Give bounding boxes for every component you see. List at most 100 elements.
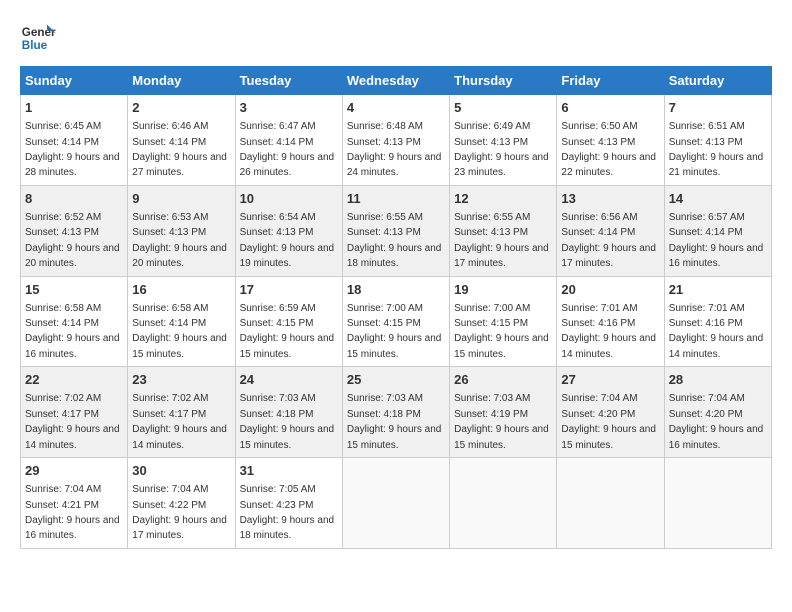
day-cell: 28 Sunrise: 7:04 AMSunset: 4:20 PMDaylig… (664, 367, 771, 458)
day-cell (450, 458, 557, 549)
day-number: 15 (25, 281, 123, 299)
day-number: 6 (561, 99, 659, 117)
day-number: 8 (25, 190, 123, 208)
day-cell: 23 Sunrise: 7:02 AMSunset: 4:17 PMDaylig… (128, 367, 235, 458)
day-info: Sunrise: 7:04 AMSunset: 4:20 PMDaylight:… (561, 393, 656, 450)
day-info: Sunrise: 6:53 AMSunset: 4:13 PMDaylight:… (132, 212, 227, 269)
day-cell: 2 Sunrise: 6:46 AMSunset: 4:14 PMDayligh… (128, 95, 235, 186)
day-cell: 20 Sunrise: 7:01 AMSunset: 4:16 PMDaylig… (557, 276, 664, 367)
day-cell: 12 Sunrise: 6:55 AMSunset: 4:13 PMDaylig… (450, 185, 557, 276)
day-number: 11 (347, 190, 445, 208)
day-number: 5 (454, 99, 552, 117)
day-cell: 30 Sunrise: 7:04 AMSunset: 4:22 PMDaylig… (128, 458, 235, 549)
day-cell: 22 Sunrise: 7:02 AMSunset: 4:17 PMDaylig… (21, 367, 128, 458)
day-number: 22 (25, 371, 123, 389)
day-cell (342, 458, 449, 549)
logo: General Blue (20, 20, 56, 56)
day-cell (664, 458, 771, 549)
day-info: Sunrise: 6:59 AMSunset: 4:15 PMDaylight:… (240, 303, 335, 360)
day-number: 29 (25, 462, 123, 480)
week-row-4: 22 Sunrise: 7:02 AMSunset: 4:17 PMDaylig… (21, 367, 772, 458)
day-info: Sunrise: 6:47 AMSunset: 4:14 PMDaylight:… (240, 121, 335, 178)
day-header-thursday: Thursday (450, 67, 557, 95)
svg-text:General: General (22, 26, 56, 39)
day-info: Sunrise: 7:04 AMSunset: 4:22 PMDaylight:… (132, 484, 227, 541)
day-number: 12 (454, 190, 552, 208)
day-number: 3 (240, 99, 338, 117)
day-cell: 11 Sunrise: 6:55 AMSunset: 4:13 PMDaylig… (342, 185, 449, 276)
day-cell: 6 Sunrise: 6:50 AMSunset: 4:13 PMDayligh… (557, 95, 664, 186)
day-info: Sunrise: 7:00 AMSunset: 4:15 PMDaylight:… (454, 303, 549, 360)
day-number: 7 (669, 99, 767, 117)
week-row-3: 15 Sunrise: 6:58 AMSunset: 4:14 PMDaylig… (21, 276, 772, 367)
week-row-1: 1 Sunrise: 6:45 AMSunset: 4:14 PMDayligh… (21, 95, 772, 186)
day-cell: 19 Sunrise: 7:00 AMSunset: 4:15 PMDaylig… (450, 276, 557, 367)
day-header-sunday: Sunday (21, 67, 128, 95)
day-info: Sunrise: 6:56 AMSunset: 4:14 PMDaylight:… (561, 212, 656, 269)
day-cell: 24 Sunrise: 7:03 AMSunset: 4:18 PMDaylig… (235, 367, 342, 458)
day-header-saturday: Saturday (664, 67, 771, 95)
header: General Blue (20, 20, 772, 56)
day-cell: 8 Sunrise: 6:52 AMSunset: 4:13 PMDayligh… (21, 185, 128, 276)
calendar-table: SundayMondayTuesdayWednesdayThursdayFrid… (20, 66, 772, 549)
day-cell: 26 Sunrise: 7:03 AMSunset: 4:19 PMDaylig… (450, 367, 557, 458)
day-cell: 18 Sunrise: 7:00 AMSunset: 4:15 PMDaylig… (342, 276, 449, 367)
day-info: Sunrise: 6:58 AMSunset: 4:14 PMDaylight:… (132, 303, 227, 360)
week-row-2: 8 Sunrise: 6:52 AMSunset: 4:13 PMDayligh… (21, 185, 772, 276)
day-info: Sunrise: 7:02 AMSunset: 4:17 PMDaylight:… (132, 393, 227, 450)
day-info: Sunrise: 7:03 AMSunset: 4:19 PMDaylight:… (454, 393, 549, 450)
day-number: 18 (347, 281, 445, 299)
day-info: Sunrise: 7:04 AMSunset: 4:20 PMDaylight:… (669, 393, 764, 450)
day-info: Sunrise: 7:03 AMSunset: 4:18 PMDaylight:… (347, 393, 442, 450)
day-info: Sunrise: 6:54 AMSunset: 4:13 PMDaylight:… (240, 212, 335, 269)
day-number: 9 (132, 190, 230, 208)
day-info: Sunrise: 7:01 AMSunset: 4:16 PMDaylight:… (669, 303, 764, 360)
day-number: 28 (669, 371, 767, 389)
day-number: 23 (132, 371, 230, 389)
day-cell: 21 Sunrise: 7:01 AMSunset: 4:16 PMDaylig… (664, 276, 771, 367)
day-info: Sunrise: 7:02 AMSunset: 4:17 PMDaylight:… (25, 393, 120, 450)
day-cell: 14 Sunrise: 6:57 AMSunset: 4:14 PMDaylig… (664, 185, 771, 276)
day-header-friday: Friday (557, 67, 664, 95)
day-info: Sunrise: 7:03 AMSunset: 4:18 PMDaylight:… (240, 393, 335, 450)
day-cell: 3 Sunrise: 6:47 AMSunset: 4:14 PMDayligh… (235, 95, 342, 186)
day-number: 10 (240, 190, 338, 208)
day-cell: 17 Sunrise: 6:59 AMSunset: 4:15 PMDaylig… (235, 276, 342, 367)
day-cell: 7 Sunrise: 6:51 AMSunset: 4:13 PMDayligh… (664, 95, 771, 186)
day-info: Sunrise: 6:45 AMSunset: 4:14 PMDaylight:… (25, 121, 120, 178)
day-info: Sunrise: 6:58 AMSunset: 4:14 PMDaylight:… (25, 303, 120, 360)
day-number: 17 (240, 281, 338, 299)
day-info: Sunrise: 6:55 AMSunset: 4:13 PMDaylight:… (347, 212, 442, 269)
day-number: 16 (132, 281, 230, 299)
day-cell: 29 Sunrise: 7:04 AMSunset: 4:21 PMDaylig… (21, 458, 128, 549)
day-number: 20 (561, 281, 659, 299)
day-header-wednesday: Wednesday (342, 67, 449, 95)
week-row-5: 29 Sunrise: 7:04 AMSunset: 4:21 PMDaylig… (21, 458, 772, 549)
day-number: 31 (240, 462, 338, 480)
day-cell (557, 458, 664, 549)
day-cell: 9 Sunrise: 6:53 AMSunset: 4:13 PMDayligh… (128, 185, 235, 276)
day-info: Sunrise: 6:50 AMSunset: 4:13 PMDaylight:… (561, 121, 656, 178)
day-info: Sunrise: 6:52 AMSunset: 4:13 PMDaylight:… (25, 212, 120, 269)
day-cell: 4 Sunrise: 6:48 AMSunset: 4:13 PMDayligh… (342, 95, 449, 186)
day-number: 27 (561, 371, 659, 389)
day-number: 19 (454, 281, 552, 299)
day-info: Sunrise: 6:57 AMSunset: 4:14 PMDaylight:… (669, 212, 764, 269)
day-header-tuesday: Tuesday (235, 67, 342, 95)
day-info: Sunrise: 6:51 AMSunset: 4:13 PMDaylight:… (669, 121, 764, 178)
day-number: 26 (454, 371, 552, 389)
day-info: Sunrise: 6:46 AMSunset: 4:14 PMDaylight:… (132, 121, 227, 178)
day-info: Sunrise: 6:48 AMSunset: 4:13 PMDaylight:… (347, 121, 442, 178)
day-cell: 27 Sunrise: 7:04 AMSunset: 4:20 PMDaylig… (557, 367, 664, 458)
day-cell: 1 Sunrise: 6:45 AMSunset: 4:14 PMDayligh… (21, 95, 128, 186)
day-info: Sunrise: 7:04 AMSunset: 4:21 PMDaylight:… (25, 484, 120, 541)
day-cell: 10 Sunrise: 6:54 AMSunset: 4:13 PMDaylig… (235, 185, 342, 276)
day-info: Sunrise: 7:05 AMSunset: 4:23 PMDaylight:… (240, 484, 335, 541)
logo-icon: General Blue (20, 20, 56, 56)
day-info: Sunrise: 6:49 AMSunset: 4:13 PMDaylight:… (454, 121, 549, 178)
day-info: Sunrise: 7:00 AMSunset: 4:15 PMDaylight:… (347, 303, 442, 360)
day-cell: 31 Sunrise: 7:05 AMSunset: 4:23 PMDaylig… (235, 458, 342, 549)
day-number: 25 (347, 371, 445, 389)
day-number: 2 (132, 99, 230, 117)
day-header-monday: Monday (128, 67, 235, 95)
